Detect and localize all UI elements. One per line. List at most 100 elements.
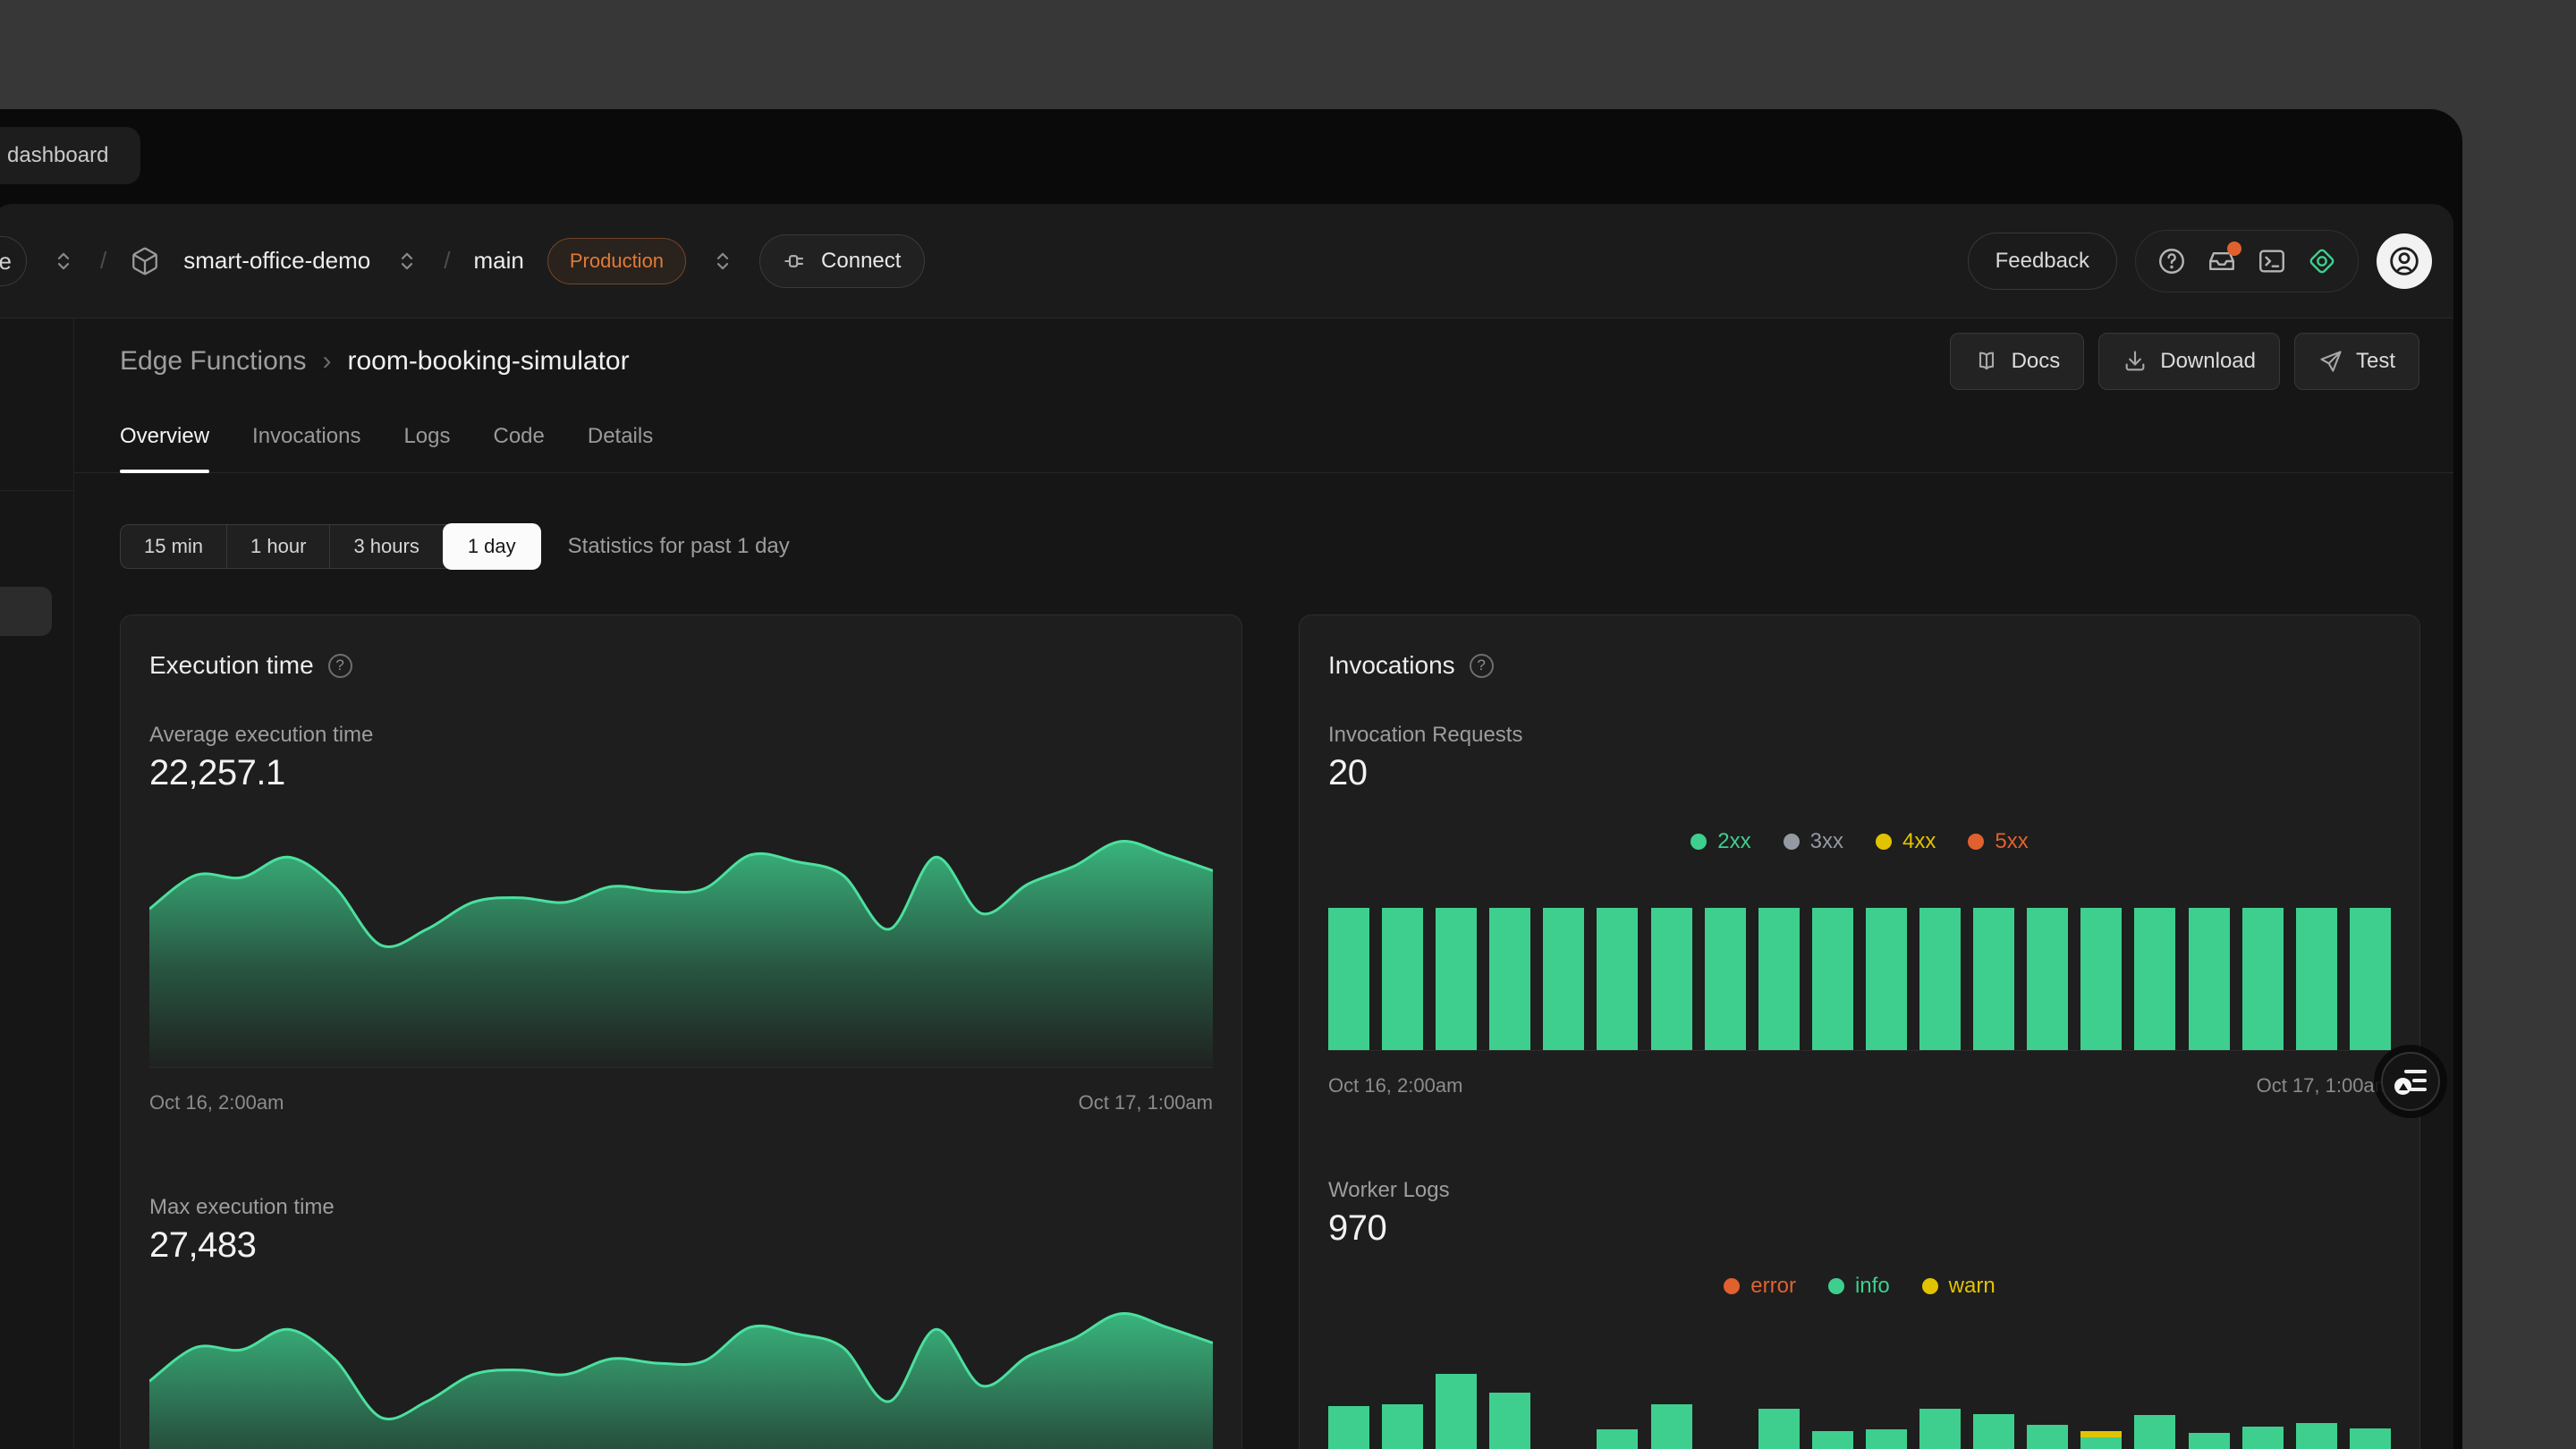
legend-2xx: 2xx: [1690, 829, 1750, 854]
assistant-logs-icon: [2394, 1068, 2427, 1095]
breadcrumb-slash: /: [444, 247, 450, 275]
branch-name[interactable]: main: [474, 247, 524, 275]
assistant-floating-button[interactable]: [2381, 1052, 2440, 1111]
page-title: room-booking-simulator: [347, 346, 629, 377]
max-execution-value: 27,483: [149, 1225, 1213, 1266]
tab-overview[interactable]: Overview: [120, 424, 209, 472]
legend-warn: warn: [1922, 1274, 1996, 1299]
assistant-icon[interactable]: [2297, 236, 2347, 286]
page-breadcrumb: Edge Functions › room-booking-simulator: [120, 346, 630, 377]
app-window: e / smart-office-demo / main: [0, 204, 2453, 1449]
page-header: Edge Functions › room-booking-simulator …: [120, 333, 2419, 390]
app-body: Edge Functions › room-booking-simulator …: [0, 318, 2453, 1449]
tab-code[interactable]: Code: [493, 424, 544, 472]
max-execution-chart: [149, 1307, 1213, 1449]
test-button[interactable]: Test: [2294, 333, 2419, 390]
user-avatar[interactable]: [2377, 233, 2432, 289]
invocations-card-title: Invocations ?: [1328, 651, 2391, 680]
legend-3xx: 3xx: [1784, 829, 1843, 854]
function-tabs: Overview Invocations Logs Code Details: [74, 424, 2453, 473]
execution-time-card: Execution time ? Average execution time …: [120, 614, 1242, 1449]
legend-dot: [1724, 1278, 1740, 1294]
range-3hours-button[interactable]: 3 hours: [330, 525, 442, 568]
desktop-background: dashboard e / smart-office-demo: [0, 0, 2576, 1449]
stat-cards: Execution time ? Average execution time …: [120, 614, 2419, 1449]
dashboard-tab-label: dashboard: [7, 143, 108, 168]
tab-details[interactable]: Details: [588, 424, 653, 472]
invocations-chart-axis: Oct 16, 2:00am Oct 17, 1:00am: [1328, 1050, 2391, 1097]
main-content: Edge Functions › room-booking-simulator …: [74, 318, 2453, 1449]
legend-5xx: 5xx: [1968, 829, 2028, 854]
download-icon: [2123, 349, 2148, 374]
breadcrumb-chevron: ›: [322, 346, 331, 377]
docs-button[interactable]: Docs: [1950, 333, 2085, 390]
breadcrumb: / smart-office-demo / main Production: [0, 234, 925, 288]
sidebar: [0, 318, 74, 1449]
time-range-toolbar: 15 min 1 hour 3 hours 1 day Statistics f…: [120, 524, 2453, 569]
status-code-legend: 2xx 3xx 4xx: [1328, 829, 2391, 854]
legend-dot: [1968, 834, 1984, 850]
feedback-button[interactable]: Feedback: [1968, 233, 2117, 290]
help-circle-icon[interactable]: ?: [328, 654, 352, 678]
production-badge: Production: [547, 238, 686, 284]
invocations-card: Invocations ? Invocation Requests 20 2xx: [1299, 614, 2420, 1449]
inbox-icon[interactable]: [2197, 236, 2247, 286]
invocation-requests-chart: [1328, 908, 2391, 1050]
dashboard-tab[interactable]: dashboard: [0, 127, 140, 184]
production-badge-label: Production: [570, 250, 664, 273]
topbar-actions: Feedback: [1968, 230, 2432, 292]
legend-error: error: [1724, 1274, 1796, 1299]
branch-select-chevrons-icon[interactable]: [709, 248, 736, 275]
avg-execution-chart: [149, 835, 1213, 1067]
log-level-legend: error info warn: [1328, 1274, 2391, 1299]
legend-dot: [1690, 834, 1707, 850]
legend-dot: [1784, 834, 1800, 850]
org-select-chevrons-icon[interactable]: [50, 248, 77, 275]
axis-end-label: Oct 17, 1:00am: [2257, 1074, 2391, 1097]
docs-label: Docs: [2012, 349, 2061, 374]
project-name[interactable]: smart-office-demo: [183, 247, 370, 275]
legend-dot: [1876, 834, 1892, 850]
send-icon: [2318, 349, 2343, 374]
axis-start-label: Oct 16, 2:00am: [149, 1091, 284, 1114]
tab-logs[interactable]: Logs: [403, 424, 450, 472]
connect-button[interactable]: Connect: [759, 234, 925, 288]
breadcrumb-slash: /: [100, 247, 106, 275]
avg-execution-label: Average execution time: [149, 723, 1213, 748]
statistics-caption: Statistics for past 1 day: [568, 534, 790, 559]
legend-dot: [1828, 1278, 1844, 1294]
sidebar-divider: [0, 490, 73, 491]
plug-icon: [784, 249, 809, 274]
browser-chrome: dashboard e / smart-office-demo: [0, 109, 2462, 1449]
execution-card-title: Execution time ?: [149, 651, 1213, 680]
feedback-label: Feedback: [1996, 249, 2089, 274]
tab-invocations[interactable]: Invocations: [252, 424, 360, 472]
avg-execution-value: 22,257.1: [149, 753, 1213, 793]
utility-icon-group: [2135, 230, 2359, 292]
sidebar-active-item[interactable]: [0, 587, 52, 636]
connect-label: Connect: [821, 249, 901, 274]
org-partial-label: e: [0, 248, 12, 275]
project-select-chevrons-icon[interactable]: [394, 248, 420, 275]
terminal-icon[interactable]: [2247, 236, 2297, 286]
legend-info: info: [1828, 1274, 1890, 1299]
invocation-requests-label: Invocation Requests: [1328, 723, 2391, 748]
notification-dot: [2227, 242, 2241, 256]
help-circle-icon[interactable]: ?: [1470, 654, 1494, 678]
time-range-segmented-control: 15 min 1 hour 3 hours 1 day: [120, 524, 541, 569]
axis-start-label: Oct 16, 2:00am: [1328, 1074, 1462, 1097]
book-icon: [1974, 349, 1999, 374]
range-1day-button[interactable]: 1 day: [443, 523, 541, 570]
range-1hour-button[interactable]: 1 hour: [227, 525, 330, 568]
worker-logs-label: Worker Logs: [1328, 1178, 2391, 1203]
legend-4xx: 4xx: [1876, 829, 1936, 854]
legend-dot: [1922, 1278, 1938, 1294]
invocation-requests-value: 20: [1328, 753, 2391, 793]
worker-logs-chart: [1328, 1374, 2391, 1449]
help-icon[interactable]: [2147, 236, 2197, 286]
max-execution-label: Max execution time: [149, 1195, 1213, 1220]
range-15min-button[interactable]: 15 min: [121, 525, 227, 568]
breadcrumb-edge-functions[interactable]: Edge Functions: [120, 346, 306, 377]
top-navigation-bar: e / smart-office-demo / main: [0, 204, 2453, 318]
download-button[interactable]: Download: [2098, 333, 2280, 390]
